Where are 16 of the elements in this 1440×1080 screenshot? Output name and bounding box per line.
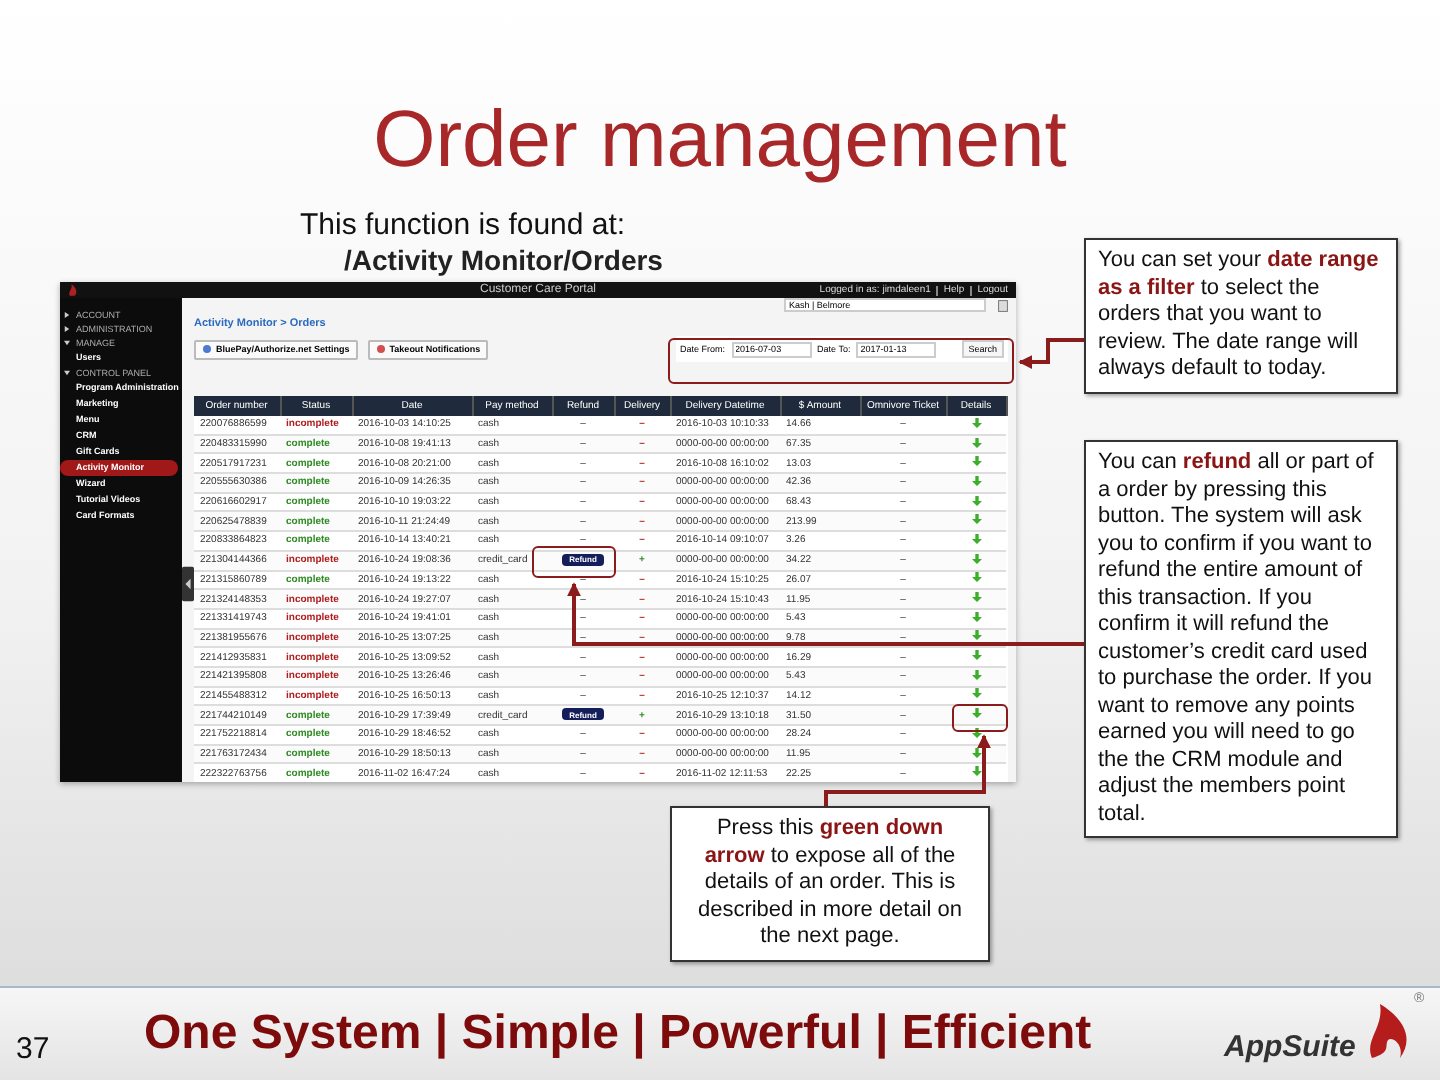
calendar-icon[interactable] — [997, 299, 1007, 311]
callout-text: Press this green down arrow to expose all of the details of an order. This is described in more detail on the next page. — [695, 816, 965, 951]
slide-title: Order management — [371, 96, 1069, 186]
slogan: One System | Simple | Powerful | Efficient — [144, 1006, 1092, 1062]
intro-text: This function is found at: — [300, 208, 626, 242]
callout-text: You can refund all or part of a order by pressing this button. The system will ask you to confirm if you want to refund the entire amount of this transaction. If you confirm it will refund the customer’s credit card used to purchase the order. If you want to remove any points earned you will need to go the the CRM module and adjust the members point total. — [1098, 450, 1376, 828]
highlight-frame — [532, 546, 616, 578]
menu-path: /Activity Monitor/Orders — [344, 244, 663, 276]
highlight-frame — [952, 704, 1008, 732]
flame-logo-icon — [1364, 1000, 1412, 1060]
page-number: 37 — [16, 1032, 50, 1066]
flame-logo-icon — [68, 284, 78, 296]
logo-text: AppSuite — [1224, 1030, 1356, 1064]
collapse-handle-icon[interactable] — [182, 566, 194, 602]
callout-text: You can set your date range as a filter to select the orders that you want to review. The date range will always default to today. — [1098, 248, 1381, 383]
leader-line — [1018, 338, 1084, 369]
